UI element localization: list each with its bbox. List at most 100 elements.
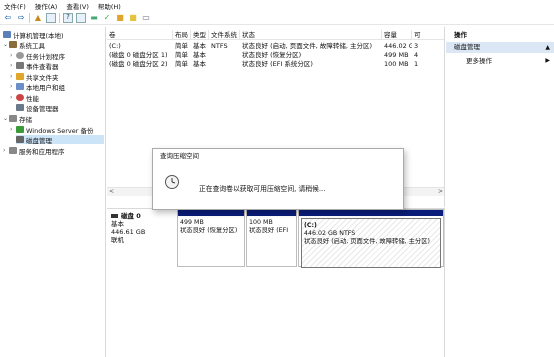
disk-type: 基本 (111, 220, 124, 228)
cell-layout: 简单 (175, 51, 188, 59)
column-header-capacity[interactable]: 容量 (382, 30, 412, 40)
actions-header: 操作 (454, 31, 467, 39)
actions-section-label: 磁盘管理 (454, 43, 480, 51)
toolbar-separator (59, 12, 60, 23)
toolbar-separator (29, 12, 30, 23)
computer-icon (3, 31, 11, 38)
cell-free: 4 (414, 51, 419, 59)
query-shrink-dialog[interactable]: 查询压缩空间 正在查询卷以获取可用压缩空间, 请稍候... (152, 148, 404, 210)
cell-filesystem: NTFS (211, 42, 228, 50)
tree-item-local-users[interactable]: › 本地用户和组 (10, 82, 65, 92)
storage-icon (9, 115, 17, 122)
clock-icon (165, 175, 179, 189)
more-actions-item[interactable]: 更多操作 ▶ (446, 56, 554, 66)
partition-status: 状态良好 (启动, 页面文件, 故障转储, 主分区) (304, 238, 430, 245)
tree-item-root[interactable]: 计算机管理(本地) (3, 30, 64, 40)
cell-volume: (磁盘 0 磁盘分区 2) (109, 60, 168, 68)
shared-folder-icon (16, 73, 24, 80)
services-icon (9, 147, 17, 154)
cell-capacity: 499 MB (384, 51, 409, 59)
cell-type: 基本 (193, 42, 206, 50)
column-header-layout[interactable]: 布局 (173, 30, 191, 40)
window-icon[interactable]: ▭ (141, 13, 151, 23)
check-icon[interactable]: ✓ (102, 13, 112, 23)
column-header-type[interactable]: 类型 (191, 30, 209, 40)
partition-bar (299, 210, 443, 216)
yellow-icon[interactable]: ■ (128, 13, 138, 23)
tools-icon (9, 41, 17, 48)
partition-c[interactable]: (C:) 446.02 GB NTFS 状态良好 (启动, 页面文件, 故障转储… (298, 209, 444, 268)
cell-status: 状态良好 (EFI 系统分区) (242, 60, 313, 68)
clock-icon (16, 52, 24, 59)
partition-efi[interactable]: 100 MB 状态良好 (EFI (246, 209, 297, 267)
cell-free: 3 (414, 42, 419, 50)
disk-icon[interactable]: ▬ (89, 13, 99, 23)
volume-list-header: 卷 布局 类型 文件系统 状态 容量 可 (107, 30, 444, 40)
backup-icon (16, 126, 24, 133)
up-folder-icon[interactable]: ▲ (33, 13, 43, 23)
event-viewer-icon (16, 62, 24, 69)
partition-recovery[interactable]: 499 MB 状态良好 (恢复分区) (177, 209, 245, 267)
cell-status: 状态良好 (启动, 页面文件, 故障转储, 主分区) (242, 42, 373, 50)
partition-label: (C:) (304, 222, 317, 229)
tree-item-system-tools[interactable]: ⌄ 系统工具 (3, 40, 45, 50)
menu-help[interactable]: 帮助(H) (98, 1, 121, 11)
properties-icon[interactable] (76, 12, 86, 23)
tree-item-storage[interactable]: ⌄ 存储 (3, 114, 32, 124)
cell-capacity: 100 MB (384, 60, 409, 68)
device-manager-icon (16, 104, 24, 111)
disk-size: 446.61 GB (111, 228, 146, 236)
partition-status: 状态良好 (EFI (249, 227, 289, 234)
tree-item-windows-backup[interactable]: › Windows Server 备份 (10, 125, 93, 135)
disk-label[interactable]: 磁盘 0 基本 446.61 GB 联机 (111, 212, 175, 269)
tree-item-shared-folders[interactable]: › 共享文件夹 (10, 72, 59, 82)
scroll-left-icon[interactable]: < (109, 188, 114, 195)
menu-action[interactable]: 操作(A) (35, 1, 58, 11)
cell-volume: (磁盘 0 磁盘分区 1) (109, 51, 168, 59)
toolbar: ⇦ ⇨ ▲ ? ▬ ✓ ■ ■ ▭ (0, 11, 554, 25)
tree-item-services-apps[interactable]: › 服务和应用程序 (3, 146, 65, 156)
cell-status: 状态良好 (恢复分区) (242, 51, 302, 59)
scroll-right-icon[interactable]: > (438, 188, 443, 195)
tree-item-task-scheduler[interactable]: › 任务计划程序 (10, 51, 65, 61)
performance-icon (16, 94, 24, 101)
table-row[interactable]: (磁盘 0 磁盘分区 2) 简单 基本 状态良好 (EFI 系统分区) 100 … (107, 60, 444, 68)
dialog-title: 查询压缩空间 (160, 152, 199, 160)
cell-type: 基本 (193, 51, 206, 59)
help-icon[interactable]: ? (63, 12, 73, 23)
folder-icon[interactable]: ■ (115, 13, 125, 23)
table-row[interactable]: (C:) 简单 基本 NTFS 状态良好 (启动, 页面文件, 故障转储, 主分… (107, 42, 444, 50)
partition-status: 状态良好 (恢复分区) (180, 227, 238, 234)
more-actions-label: 更多操作 (466, 57, 492, 65)
actions-section-disk-management[interactable]: 磁盘管理 ▲ (446, 42, 554, 53)
partition-size: 100 MB (249, 219, 273, 226)
disk-map: 磁盘 0 基本 446.61 GB 联机 499 MB 状态良好 (恢复分区) … (107, 208, 445, 357)
menu-bar: 文件(F) 操作(A) 查看(V) 帮助(H) (0, 0, 554, 11)
back-arrow-icon[interactable]: ⇦ (3, 13, 13, 23)
column-header-volume[interactable]: 卷 (107, 30, 173, 40)
disk-name-row: 磁盘 0 (111, 212, 175, 220)
tree-item-performance[interactable]: › 性能 (10, 93, 39, 103)
disk-management-icon (16, 136, 24, 143)
menu-file[interactable]: 文件(F) (4, 1, 26, 11)
dialog-message: 正在查询卷以获取可用压缩空间, 请稍候... (199, 185, 326, 193)
column-header-filesystem[interactable]: 文件系统 (209, 30, 240, 40)
show-tree-icon[interactable] (46, 12, 56, 23)
chevron-right-icon: ▶ (545, 57, 550, 64)
column-header-free[interactable]: 可 (412, 30, 444, 40)
table-row[interactable]: (磁盘 0 磁盘分区 1) 简单 基本 状态良好 (恢复分区) 499 MB 4 (107, 51, 444, 59)
collapse-up-icon[interactable]: ▲ (545, 42, 550, 53)
partition-size: 499 MB (180, 219, 204, 226)
cell-layout: 简单 (175, 60, 188, 68)
column-header-status[interactable]: 状态 (240, 30, 382, 40)
cell-volume: (C:) (109, 42, 121, 50)
forward-arrow-icon[interactable]: ⇨ (16, 13, 26, 23)
tree-item-disk-management[interactable]: 磁盘管理 (16, 135, 104, 145)
disk-icon (111, 214, 118, 218)
disk-status: 联机 (111, 236, 124, 244)
tree-item-device-manager[interactable]: 设备管理器 (16, 103, 59, 113)
partition-size: 446.02 GB NTFS (304, 230, 356, 237)
tree-item-event-viewer[interactable]: › 事件查看器 (10, 61, 59, 71)
menu-view[interactable]: 查看(V) (66, 1, 89, 11)
cell-capacity: 446.02 GB (384, 42, 412, 50)
